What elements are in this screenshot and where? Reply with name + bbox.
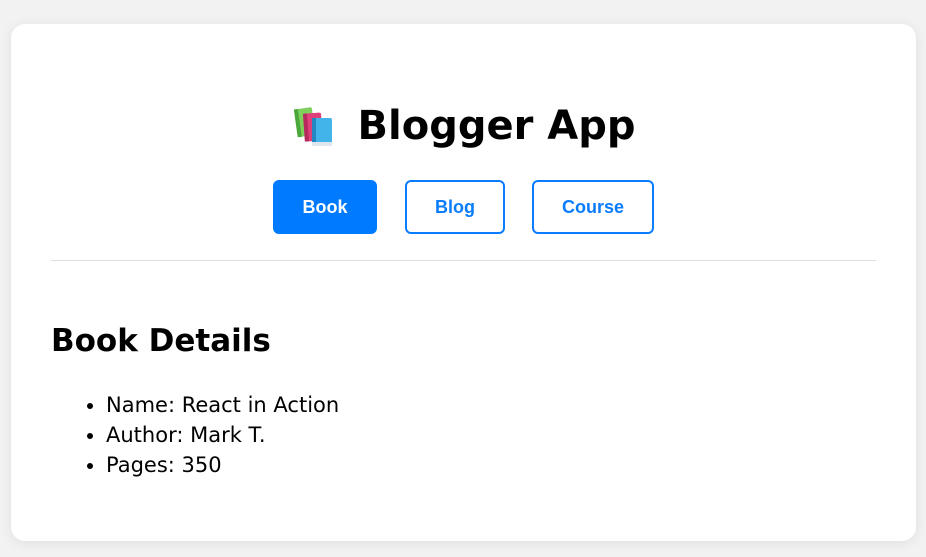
book-details-list: Name: React in Action Author: Mark T. Pa… [51,390,339,480]
nav-bar: Book Blog Course [11,180,916,234]
app-header: Blogger App [11,102,916,152]
list-item: Author: Mark T. [106,420,339,450]
blog-button[interactable]: Blog [405,180,505,234]
list-item: Pages: 350 [106,450,339,480]
app-title: Blogger App [292,102,636,150]
course-button[interactable]: Course [532,180,654,234]
app-title-text: Blogger App [357,103,636,149]
books-icon [292,104,340,148]
book-button[interactable]: Book [273,180,377,234]
app-card: Blogger App Book Blog Course Book Detail… [11,24,916,541]
divider [51,260,876,261]
list-item: Name: React in Action [106,390,339,420]
section-title: Book Details [51,323,271,359]
